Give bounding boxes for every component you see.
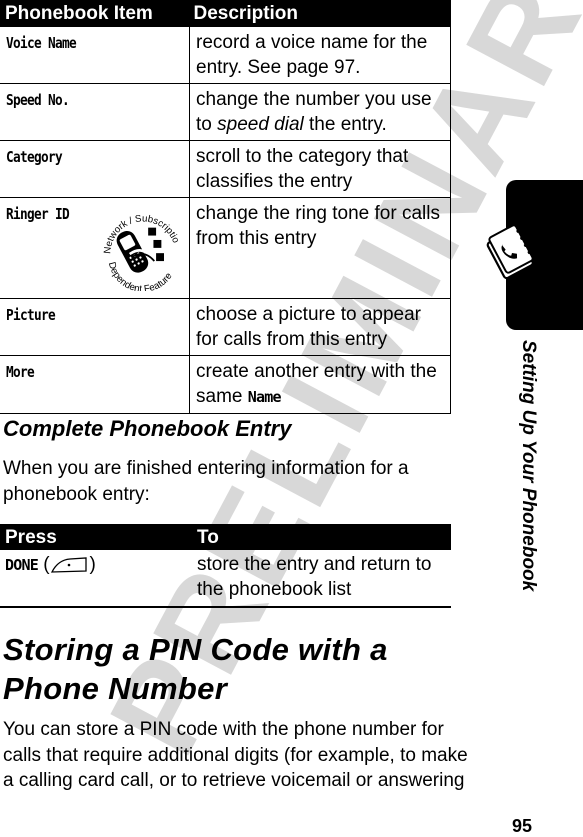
menu-item-speed-no: Speed No. [6, 91, 70, 109]
press-action-text: store the entry and return to the phoneb… [193, 550, 451, 607]
done-key-label: DONE [5, 556, 39, 574]
row-description: create another entry with the same Name [189, 355, 451, 414]
manual-page: Phonebook Item Description Voice Name re… [0, 0, 583, 836]
section-heading-complete-entry: Complete Phonebook Entry [3, 416, 292, 441]
row-description: record a voice name for the entry. See p… [189, 26, 451, 84]
menu-item-voice-name: Voice Name [6, 34, 77, 52]
menu-item-category: Category [6, 148, 63, 166]
press-cell: DONE () [0, 550, 193, 607]
phonebook-items-table: Phonebook Item Description Voice Name re… [0, 0, 451, 414]
row-description: change the number you use to speed dial … [189, 83, 451, 141]
page-number: 95 [512, 816, 533, 836]
row-description: change the ring tone for calls from this… [189, 197, 451, 299]
table-header-row: Phonebook Item Description [0, 0, 451, 27]
description-text: the entry. [303, 114, 387, 135]
column-header-item: Phonebook Item [0, 0, 190, 27]
column-header-to: To [193, 524, 451, 550]
paren-close: ) [89, 554, 96, 575]
section-heading-pin-code: Storing a PIN Code with a Phone Number [3, 632, 388, 706]
section-body-text: You can store a PIN code with the phone … [3, 719, 468, 791]
row-description: choose a picture to appear for calls fro… [189, 298, 451, 356]
table-row: More create another entry with the same … [0, 355, 451, 414]
emphasis-text: speed dial [217, 114, 304, 135]
column-header-description: Description [189, 0, 451, 27]
column-header-press: Press [0, 524, 193, 550]
menu-item-picture: Picture [6, 306, 56, 324]
section-divider [0, 607, 451, 608]
table-row: Speed No. change the number you use to s… [0, 83, 451, 141]
table-header-row: Press To [0, 524, 451, 550]
phonebook-icon [486, 224, 534, 280]
menu-name-reference: Name [247, 388, 282, 406]
chapter-title: Setting Up Your Phonebook [518, 340, 539, 592]
right-soft-key-icon [50, 557, 87, 573]
network-subscription-dependent-feature-icon: Network / Subscription Dependent Feature [98, 203, 181, 291]
table-row: Ringer ID Network / Subscription Depende… [0, 197, 451, 299]
table-row: Voice Name record a voice name for the e… [0, 26, 451, 84]
description-text: create another entry with the same [196, 361, 437, 407]
table-row: Picture choose a picture to appear for c… [0, 298, 451, 356]
press-to-table: Press To DONE () store the entry and ret… [0, 524, 451, 607]
table-row: DONE () store the entry and return to th… [0, 550, 451, 607]
section-intro-text: When you are finished entering informati… [3, 458, 409, 505]
menu-item-ringer-id: Ringer ID [6, 205, 70, 223]
row-description: scroll to the category that classifies t… [189, 140, 451, 198]
menu-item-more: More [6, 363, 35, 381]
table-row: Category scroll to the category that cla… [0, 140, 451, 198]
